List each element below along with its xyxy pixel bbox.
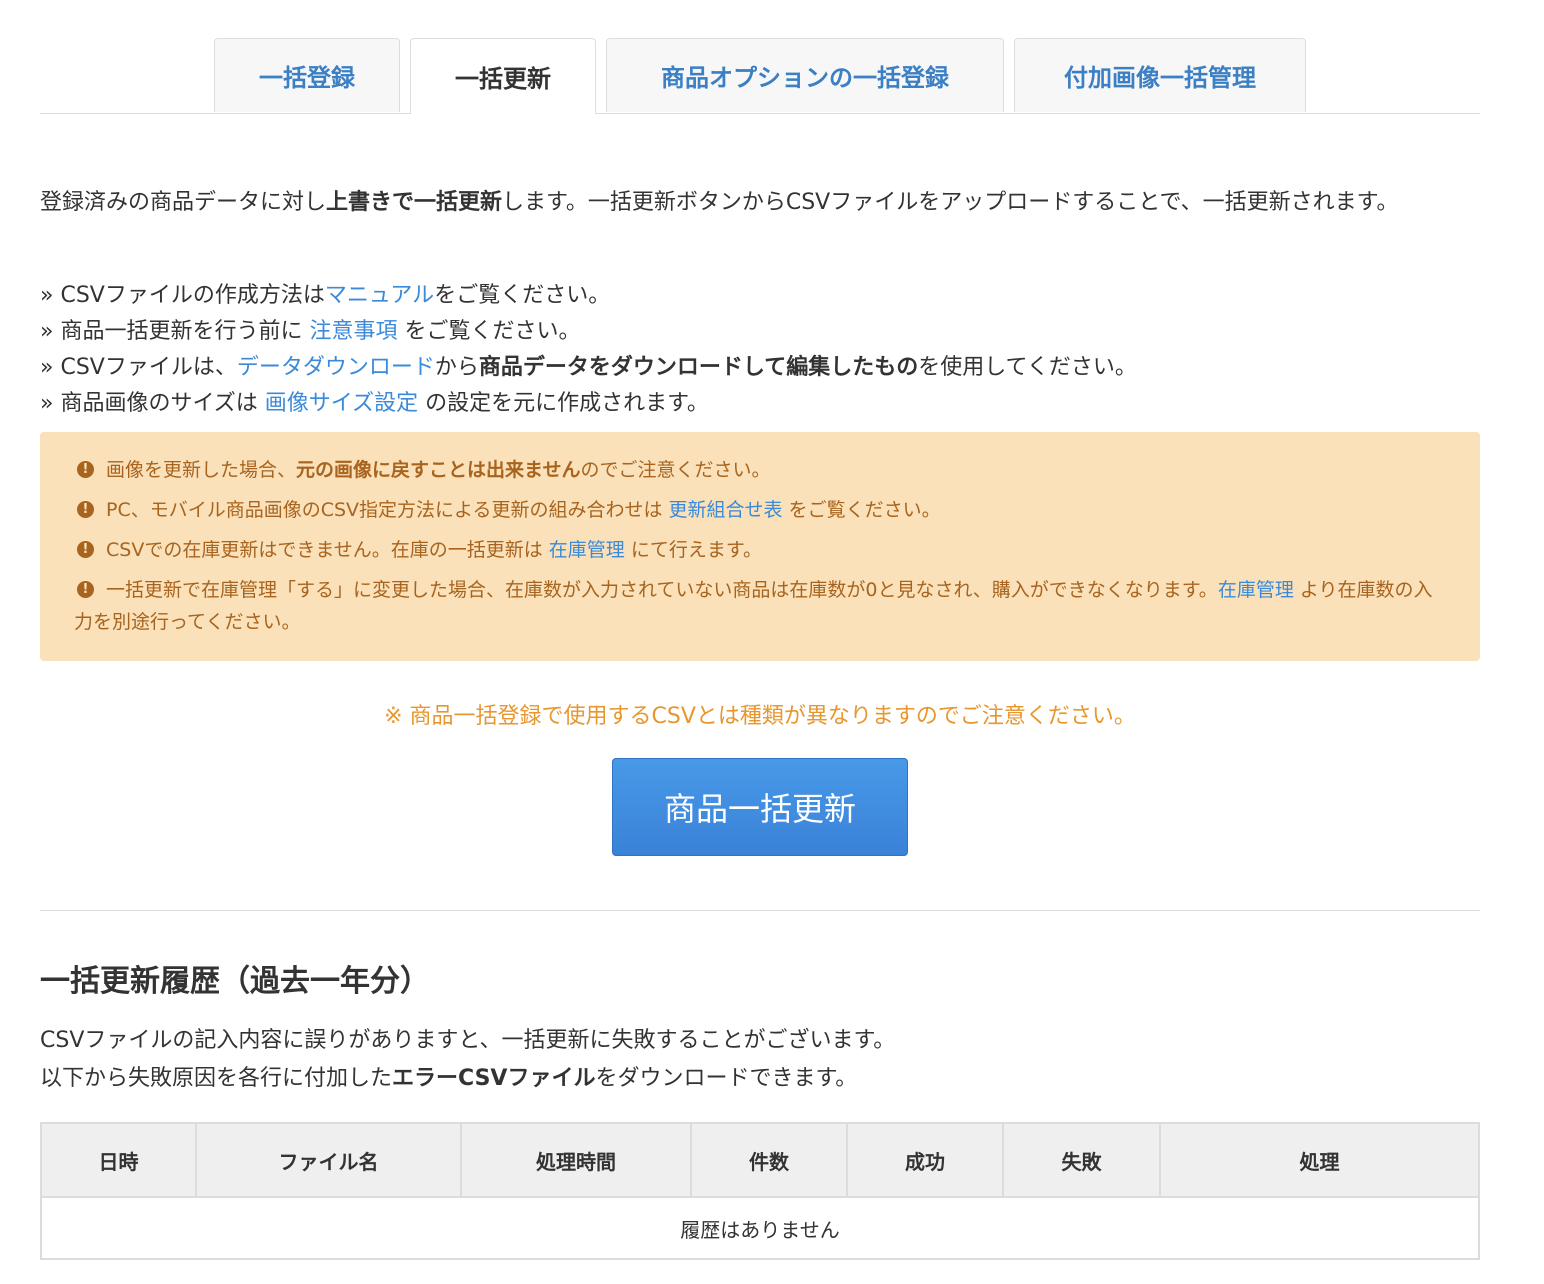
section-divider — [40, 910, 1480, 911]
col-failure: 失敗 — [1002, 1122, 1161, 1198]
col-processing-time: 処理時間 — [460, 1122, 692, 1198]
exclamation-icon: ! — [77, 461, 94, 478]
warning-box: ! 画像を更新した場合、元の画像に戻すことは出来ませんのでご注意ください。 ! PC… — [40, 432, 1480, 661]
col-filename: ファイル名 — [195, 1122, 462, 1198]
exclamation-icon: ! — [77, 541, 94, 558]
col-datetime: 日時 — [40, 1122, 197, 1198]
history-description: CSVファイルの記入内容に誤りがありますと、一括更新に失敗することがございます。… — [40, 1028, 896, 1091]
image-size-settings-link[interactable]: 画像サイズ設定 — [265, 391, 418, 416]
inventory-management-link[interactable]: 在庫管理 — [549, 539, 625, 561]
history-title: 一括更新履歴（過去一年分） — [40, 964, 430, 999]
csv-type-caution: ※ 商品一括登録で使用するCSVとは種類が異なりますのでご注意ください。 — [384, 704, 1136, 729]
tab-bar: 一括登録 一括更新 商品オプションの一括登録 付加画像一括管理 — [40, 0, 1480, 114]
col-action: 処理 — [1159, 1122, 1480, 1198]
warning-item: ! CSVでの在庫更新はできません。在庫の一括更新は 在庫管理 にて行えます。 — [74, 534, 1446, 566]
note-manual: » CSVファイルの作成方法はマニュアルをご覧ください。 — [40, 283, 611, 308]
page-content: 一括登録 一括更新 商品オプションの一括登録 付加画像一括管理 登録済みの商品デ… — [40, 0, 1480, 1260]
inventory-management-link-2[interactable]: 在庫管理 — [1218, 579, 1294, 601]
bulk-update-button[interactable]: 商品一括更新 — [612, 758, 908, 856]
warning-item: ! 画像を更新した場合、元の画像に戻すことは出来ませんのでご注意ください。 — [74, 454, 1446, 486]
precautions-link[interactable]: 注意事項 — [309, 319, 397, 344]
intro-text: 登録済みの商品データに対し上書きで一括更新します。一括更新ボタンからCSVファイ… — [40, 190, 1399, 215]
exclamation-icon: ! — [77, 581, 94, 598]
data-download-link[interactable]: データダウンロード — [237, 355, 435, 380]
note-data-download: » CSVファイルは、データダウンロードから商品データをダウンロードして編集した… — [40, 355, 1137, 380]
table-row: 履歴はありません — [40, 1196, 1480, 1260]
tab-bulk-register[interactable]: 一括登録 — [214, 38, 400, 112]
tab-bulk-update[interactable]: 一括更新 — [410, 38, 596, 114]
warning-item: ! PC、モバイル商品画像のCSV指定方法による更新の組み合わせは 更新組合せ表 … — [74, 494, 1446, 526]
warning-item: ! 一括更新で在庫管理「する」に変更した場合、在庫数が入力されていない商品は在庫数… — [74, 579, 1433, 633]
exclamation-icon: ! — [77, 501, 94, 518]
notes-list: » CSVファイルの作成方法はマニュアルをご覧ください。 » 商品一括更新を行う… — [40, 278, 1480, 422]
col-success: 成功 — [846, 1122, 1004, 1198]
col-count: 件数 — [690, 1122, 848, 1198]
tab-additional-image-management[interactable]: 付加画像一括管理 — [1014, 38, 1306, 112]
table-header-row: 日時 ファイル名 処理時間 件数 成功 失敗 処理 — [40, 1122, 1480, 1198]
manual-link[interactable]: マニュアル — [325, 283, 434, 308]
update-combination-table-link[interactable]: 更新組合せ表 — [669, 499, 783, 521]
tab-option-bulk-register[interactable]: 商品オプションの一括登録 — [606, 38, 1004, 112]
note-image-size: » 商品画像のサイズは 画像サイズ設定 の設定を元に作成されます。 — [40, 391, 709, 416]
empty-history-message: 履歴はありません — [40, 1196, 1480, 1260]
history-table: 日時 ファイル名 処理時間 件数 成功 失敗 処理 履歴はありません — [40, 1122, 1480, 1260]
note-precautions: » 商品一括更新を行う前に 注意事項 をご覧ください。 — [40, 319, 581, 344]
